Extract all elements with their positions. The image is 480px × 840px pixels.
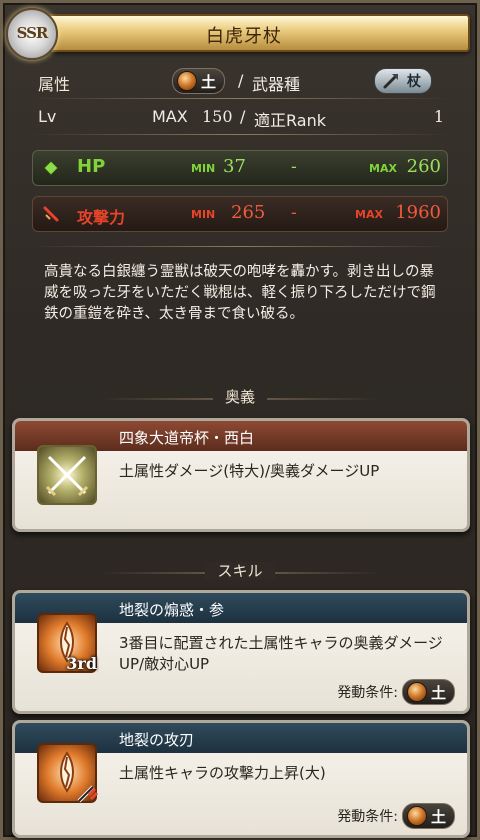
earth-orb-icon <box>406 682 427 702</box>
earth-orb-icon <box>177 71 197 91</box>
skill-effect: 3番目に配置された土属性キャラの奥義ダメージUP/敵対心UP <box>119 634 443 673</box>
atk-min: 265 <box>231 202 266 223</box>
rarity-label: SSR <box>16 24 49 42</box>
ougi-effect: 土属性ダメージ(特大)/奥義ダメージUP <box>119 462 380 480</box>
element-badge: 土 <box>172 68 226 94</box>
weapon-type: 杖 <box>407 74 421 90</box>
attribute-label: 属性 <box>38 75 71 94</box>
atk-max: 1960 <box>395 202 441 223</box>
atk-max-label: MAX <box>355 208 383 221</box>
title-bar: 白虎牙杖 <box>18 14 470 52</box>
crossed-swords-icon <box>45 455 89 497</box>
skill-card: 地裂の攻刃 土属性キャラの攻撃力上昇(大) 発動条件: 土 <box>12 720 470 838</box>
condition-label: 発動条件: <box>337 809 398 825</box>
skill-section-header: スキル <box>0 560 480 586</box>
ougi-thumbnail <box>37 445 97 505</box>
earth-orb-icon <box>406 806 427 826</box>
hp-max-label: MAX <box>369 162 397 175</box>
hp-stat: HP MIN 37 - MAX 260 <box>32 150 448 186</box>
hp-label: HP <box>77 156 106 177</box>
rarity-badge: SSR <box>6 8 58 60</box>
order-badge: 3rd <box>66 654 97 673</box>
weapon-type-badge: 杖 <box>374 68 432 94</box>
sword-icon <box>43 206 59 222</box>
level-max: 150 <box>202 107 233 126</box>
hp-min: 37 <box>223 156 246 177</box>
atk-stat: 攻撃力 MIN 265 - MAX 1960 <box>32 196 448 232</box>
divider <box>30 98 450 99</box>
activation-condition: 発動条件: 土 <box>337 803 455 829</box>
condition-element: 土 <box>430 807 446 826</box>
divider <box>30 134 450 135</box>
level-label: Lv <box>38 107 57 126</box>
skill-name: 地裂の攻刃 <box>119 731 195 749</box>
ougi-card: 四象大道帝杯・西白 土属性ダメージ(特大)/奥義ダメージUP <box>12 418 470 532</box>
attribute-separator: / <box>238 71 244 90</box>
condition-element-badge: 土 <box>401 803 455 829</box>
condition-element: 土 <box>430 683 446 702</box>
atk-min-label: MIN <box>191 208 216 221</box>
divider <box>30 246 450 247</box>
skill-section-title: スキル <box>205 562 275 580</box>
skill-card: 地裂の煽惑・参 3rd 3番目に配置された土属性キャラの奥義ダメージUP/敵対心… <box>12 590 470 714</box>
weapon-description: 高貴なる白銀纏う霊獣は破天の咆哮を轟かす。剥き出しの暴威を吸った牙をいただく戦棍… <box>44 264 436 322</box>
hp-min-label: MIN <box>191 162 216 175</box>
hp-dash: - <box>291 157 297 176</box>
level-max-text: MAX <box>152 107 188 126</box>
weapon-type-label: 武器種 <box>252 75 301 94</box>
skill-thumbnail <box>37 743 99 803</box>
atk-dash: - <box>291 203 297 222</box>
attack-up-icon <box>77 785 99 803</box>
skill-name: 地裂の煽惑・参 <box>119 601 225 619</box>
condition-element-badge: 土 <box>401 679 455 705</box>
ougi-section-header: 奥義 <box>0 386 480 412</box>
attribute-row: 属性 土 / 武器種 杖 <box>30 66 450 96</box>
element-name: 土 <box>201 72 217 91</box>
ougi-section-title: 奥義 <box>212 388 267 406</box>
hp-max: 260 <box>406 156 441 177</box>
level-row: Lv MAX 150 / 適正Rank 1 <box>30 102 450 132</box>
activation-condition: 発動条件: 土 <box>337 679 455 705</box>
skill-thumbnail: 3rd <box>37 613 97 673</box>
staff-icon <box>383 74 398 89</box>
condition-label: 発動条件: <box>337 685 398 701</box>
rank-label: 適正Rank <box>254 111 326 130</box>
ougi-name: 四象大道帝杯・西白 <box>119 429 255 447</box>
skill-effect: 土属性キャラの攻撃力上昇(大) <box>119 764 326 782</box>
rank-value: 1 <box>433 107 444 126</box>
atk-label: 攻撃力 <box>77 208 126 227</box>
weapon-name: 白虎牙杖 <box>206 26 282 47</box>
diamond-icon <box>43 160 59 176</box>
level-separator: / <box>240 107 246 126</box>
